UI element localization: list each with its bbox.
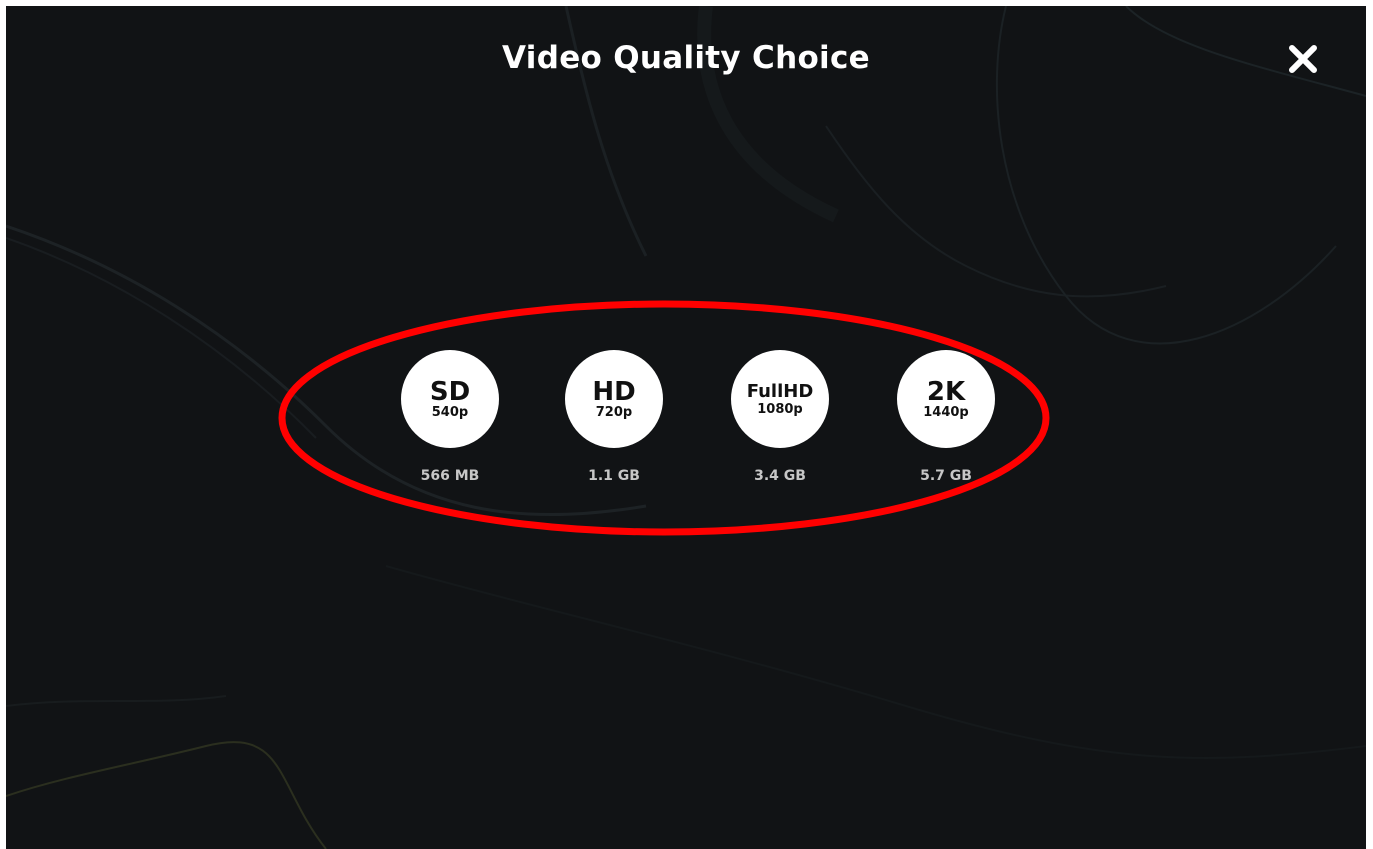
quality-option-name: FullHD	[746, 381, 814, 402]
quality-option-badge[interactable]: FullHD 1080p	[731, 350, 829, 448]
quality-option-badge[interactable]: 2K 1440p	[897, 350, 995, 448]
quality-option-size: 1.1 GB	[588, 468, 640, 484]
quality-option-size: 3.4 GB	[754, 468, 806, 484]
quality-option-name: SD	[429, 376, 471, 407]
quality-option-sd[interactable]: SD 540p 566 MB	[390, 350, 510, 500]
quality-option-size: 5.7 GB	[920, 468, 972, 484]
quality-option-badge[interactable]: SD 540p	[401, 350, 499, 448]
dialog-title: Video Quality Choice	[502, 40, 870, 76]
quality-option-resolution: 1440p	[923, 404, 969, 420]
map-background	[6, 6, 1366, 849]
quality-option-fullhd[interactable]: FullHD 1080p 3.4 GB	[720, 350, 840, 500]
quality-option-name: HD	[592, 376, 636, 407]
quality-option-badge[interactable]: HD 720p	[565, 350, 663, 448]
quality-option-name: 2K	[926, 376, 966, 407]
video-quality-dialog: Video Quality Choice SD 540p 566 MB HD 7…	[6, 6, 1366, 849]
quality-option-2k[interactable]: 2K 1440p 5.7 GB	[886, 350, 1006, 500]
close-button[interactable]	[1286, 42, 1320, 76]
close-icon	[1289, 45, 1317, 73]
quality-option-size: 566 MB	[420, 468, 480, 484]
quality-option-resolution: 720p	[595, 404, 633, 420]
quality-option-resolution: 540p	[431, 404, 469, 420]
quality-option-resolution: 1080p	[757, 402, 803, 417]
quality-option-hd[interactable]: HD 720p 1.1 GB	[554, 350, 674, 500]
